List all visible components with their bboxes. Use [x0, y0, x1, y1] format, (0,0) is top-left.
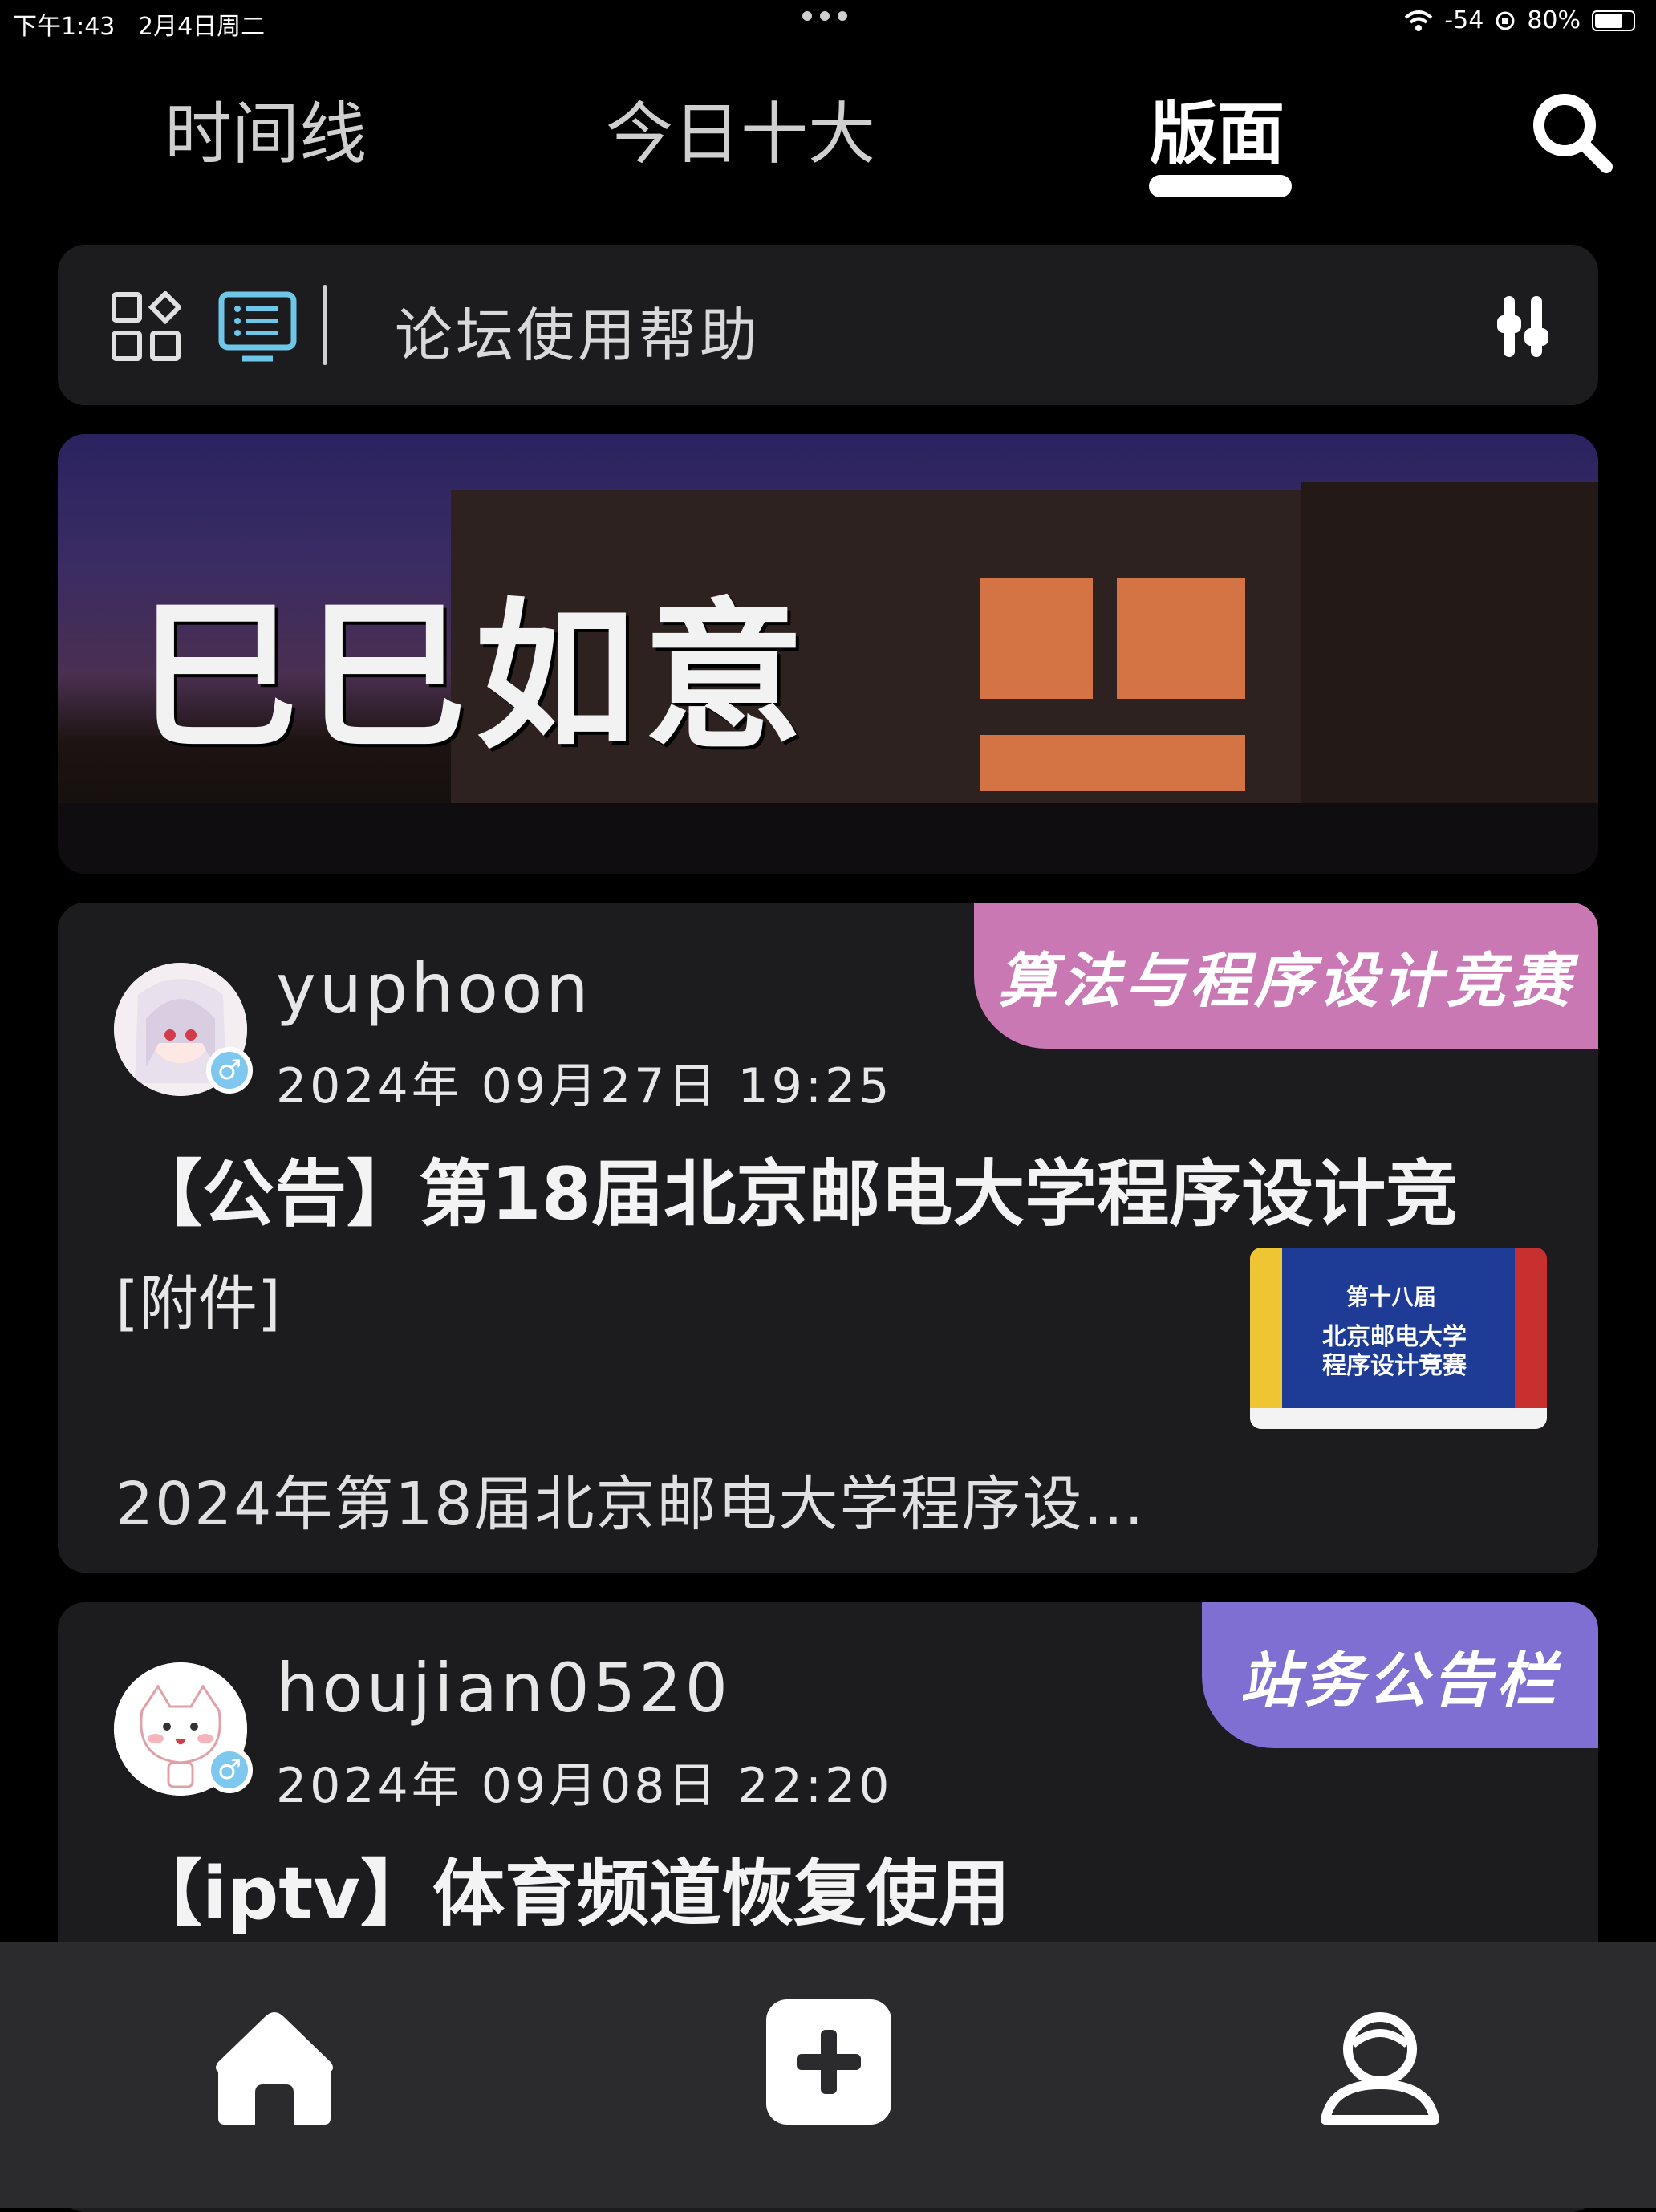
banner-window-lights	[980, 578, 1093, 699]
post-title[interactable]: 【iptv】体育频道恢复使用	[130, 1835, 1010, 1939]
banner-window-lights	[1117, 578, 1245, 699]
banner-ground	[58, 803, 1598, 874]
post-datetime: 2024年 09月08日 22:20	[276, 1758, 893, 1814]
banner-image[interactable]: 巳巳如意	[58, 434, 1598, 874]
tab-timeline[interactable]: 时间线	[164, 80, 367, 177]
tab-top-ten[interactable]: 今日十大	[606, 80, 875, 177]
divider	[323, 285, 327, 365]
banner-text: 巳巳如意	[138, 582, 813, 771]
top-tab-bar: 时间线 今日十大 版面	[0, 80, 1656, 209]
post-summary: 2024年第18届北京邮电大学程序设...	[116, 1470, 1146, 1539]
signal-strength: -54	[1444, 6, 1484, 34]
add-icon	[797, 2030, 861, 2094]
post-username[interactable]: houjian0520	[276, 1649, 731, 1727]
board-tag[interactable]: 站务公告栏	[1202, 1602, 1598, 1748]
add-button[interactable]	[766, 1999, 891, 2125]
post-title[interactable]: 【公告】第18届北京邮电大学程序设计竞	[130, 1135, 1458, 1240]
profile-icon[interactable]	[1316, 1999, 1444, 2128]
battery-percent: 80%	[1527, 6, 1581, 34]
thumbnail-line3: 程序设计竞赛	[1322, 1352, 1467, 1380]
active-tab-indicator	[1149, 175, 1292, 197]
board-bar: 论坛使用帮助	[58, 245, 1598, 405]
post-username[interactable]: yuphoon	[276, 949, 592, 1028]
status-time: 下午1:43	[13, 13, 116, 41]
orientation-lock-icon	[1496, 11, 1515, 30]
status-time-date: 下午1:43 2月4日周二	[13, 6, 265, 42]
search-icon[interactable]	[1528, 88, 1616, 177]
board-tag[interactable]: 算法与程序设计竞赛	[974, 903, 1598, 1049]
post-card[interactable]: 算法与程序设计竞赛 ♂ yuphoon 2024年 09月27日 19:25 【…	[58, 903, 1598, 1573]
settings-sliders-icon[interactable]	[1492, 293, 1557, 360]
banner-window-lights	[980, 735, 1245, 791]
battery-icon	[1592, 10, 1635, 31]
post-datetime: 2024年 09月27日 19:25	[276, 1058, 893, 1114]
list-icon[interactable]	[218, 291, 297, 362]
attachment-label: [附件]	[116, 1269, 281, 1338]
thumbnail-line1: 第十八届	[1346, 1284, 1437, 1310]
status-bar: 下午1:43 2月4日周二 -54 80%	[0, 0, 1656, 42]
gender-male-icon: ♂	[206, 1047, 253, 1094]
tab-boards[interactable]: 版面	[1150, 80, 1285, 177]
status-date: 2月4日周二	[137, 13, 266, 41]
attachment-thumbnail[interactable]: 第十八届 北京邮电大学 程序设计竞赛	[1250, 1248, 1547, 1429]
bottom-nav-bar	[0, 1942, 1656, 2208]
status-indicators: -54 80%	[1404, 6, 1635, 34]
multitasking-dots-icon[interactable]	[802, 11, 854, 22]
home-icon[interactable]	[210, 1998, 339, 2126]
grid-icon[interactable]	[111, 291, 181, 362]
board-name[interactable]: 论坛使用帮助	[395, 288, 761, 372]
gender-male-icon: ♂	[206, 1747, 253, 1793]
wifi-icon	[1404, 10, 1433, 31]
